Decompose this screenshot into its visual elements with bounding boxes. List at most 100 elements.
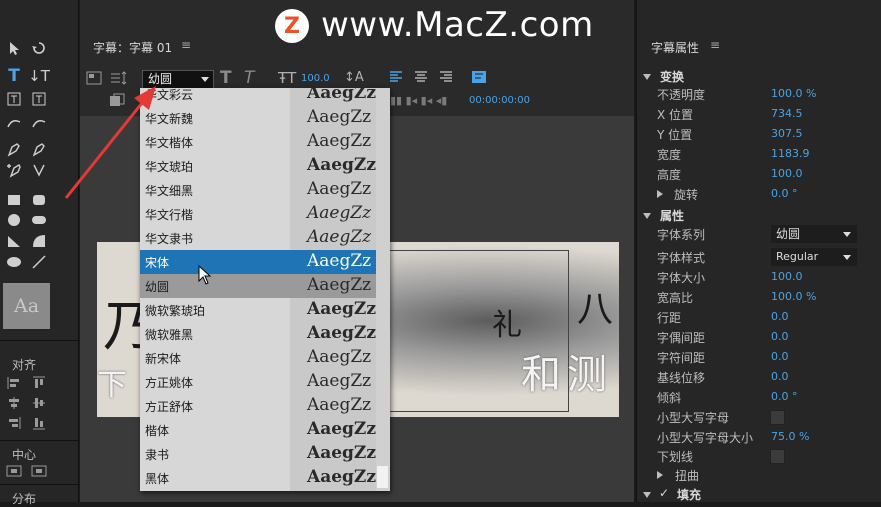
- vertical-type-tool-icon[interactable]: ↓T: [28, 67, 50, 85]
- center-horizontal-icon[interactable]: [5, 463, 23, 479]
- width-value[interactable]: 1183.9: [771, 147, 810, 160]
- distort-row[interactable]: 扭曲: [636, 465, 881, 485]
- fill-checkbox[interactable]: ✓: [659, 486, 669, 500]
- font-list-item[interactable]: 宋体 AaegZz: [140, 250, 390, 274]
- font-list-item-preview: AaegZz: [307, 395, 372, 415]
- font-family-dropdown[interactable]: 华文彩云 AaegZz 华文新魏 AaegZz 华文楷体 AaegZz 华文琥珀 AaegZz…: [140, 88, 390, 491]
- align-top-icon[interactable]: [30, 375, 48, 391]
- wedge-tool-icon[interactable]: [5, 233, 23, 249]
- dropdown-scroll-thumb[interactable]: [377, 466, 388, 488]
- slant-value[interactable]: 0.0 °: [771, 390, 798, 403]
- font-family-property-select[interactable]: 幼圆: [771, 225, 857, 243]
- font-size-prop-value[interactable]: 100.0: [771, 270, 803, 283]
- font-list-item[interactable]: 华文细黑 AaegZz: [140, 178, 390, 202]
- font-list-item[interactable]: 方正姚体 AaegZz: [140, 370, 390, 394]
- properties-menu-icon[interactable]: ≡: [710, 38, 720, 52]
- dropdown-scrollbar[interactable]: [376, 88, 390, 491]
- rectangle-tool-icon[interactable]: [5, 192, 23, 208]
- align-center-h-icon[interactable]: [5, 395, 23, 411]
- fill-group-header[interactable]: ✓ 填充: [636, 484, 881, 504]
- align-text-left-icon[interactable]: [389, 71, 403, 87]
- font-size-value[interactable]: 100.0: [301, 73, 330, 84]
- align-text-right-icon[interactable]: [439, 71, 453, 87]
- font-list-item[interactable]: 微软繁琥珀 AaegZz: [140, 298, 390, 322]
- font-list-item-name: 楷体: [145, 424, 170, 438]
- font-list-item[interactable]: 幼圆 AaegZz: [140, 274, 390, 298]
- align-right-icon[interactable]: [5, 415, 23, 431]
- area-type-tool-icon[interactable]: [5, 91, 23, 107]
- baseline-value[interactable]: 0.0: [771, 370, 789, 383]
- underline-checkbox[interactable]: [770, 449, 785, 464]
- font-list-item-preview: AaegZz: [307, 203, 372, 223]
- font-list-item[interactable]: 黑体 AaegZz: [140, 466, 390, 490]
- font-list-item[interactable]: 华文楷体 AaegZz: [140, 130, 390, 154]
- opacity-value[interactable]: 100.0 %: [771, 87, 816, 100]
- rounded-corner-rectangle-tool-icon[interactable]: [30, 212, 48, 228]
- panel-menu-icon[interactable]: ≡: [181, 38, 191, 52]
- path-type-tool-icon[interactable]: [5, 114, 23, 130]
- center-vertical-icon[interactable]: [30, 463, 48, 479]
- timecode[interactable]: 00:00:00:00: [469, 95, 530, 106]
- kerning-icon[interactable]: ↕A: [344, 70, 364, 85]
- font-list-item[interactable]: 华文隶书 AaegZz: [140, 226, 390, 250]
- font-list-item-preview: AaegZz: [307, 419, 376, 439]
- rounded-rectangle-tool-icon[interactable]: [30, 192, 48, 208]
- smallcaps-size-value[interactable]: 75.0 %: [771, 430, 809, 443]
- selection-tool-icon[interactable]: [5, 40, 23, 56]
- transform-group-header[interactable]: 变换: [636, 66, 881, 86]
- font-family-row: 字体系列 幼圆: [636, 224, 881, 244]
- delete-anchor-tool-icon[interactable]: [30, 141, 48, 157]
- align-bottom-icon[interactable]: [30, 415, 48, 431]
- tools-divider: [0, 340, 78, 341]
- tools-panel: T ↓T Aa 对齐 中心 分布: [0, 0, 79, 506]
- font-list-item[interactable]: 微软雅黑 AaegZz: [140, 322, 390, 346]
- x-position-row: X 位置 734.5: [657, 107, 803, 122]
- font-list-item[interactable]: 华文行楷 AaegZz: [140, 202, 390, 226]
- align-text-center-icon[interactable]: [414, 71, 428, 87]
- font-list-item-preview: AaegZz: [307, 155, 376, 175]
- arc-tool-icon[interactable]: [30, 233, 48, 249]
- pen-tool-icon[interactable]: [5, 141, 23, 157]
- font-list-item[interactable]: 华文彩云 AaegZz: [140, 88, 390, 106]
- font-list-item[interactable]: 楷体 AaegZz: [140, 418, 390, 442]
- rotation-row[interactable]: 旋转 0.0 °: [636, 184, 881, 204]
- slant-row: 倾斜 0.0 °: [657, 390, 798, 405]
- font-list-item-preview: AaegZz: [307, 251, 372, 271]
- tab-stops-icon[interactable]: [471, 70, 487, 88]
- align-left-icon[interactable]: [5, 375, 23, 391]
- style-swatch[interactable]: Aa: [3, 283, 50, 329]
- height-value[interactable]: 100.0: [771, 167, 803, 180]
- font-style-select[interactable]: Regular: [771, 248, 857, 266]
- italic-icon[interactable]: T: [244, 68, 254, 88]
- tracking-value[interactable]: 0.0: [771, 350, 789, 363]
- properties-group-header[interactable]: 属性: [636, 205, 881, 225]
- font-list-item-preview: AaegZz: [307, 371, 372, 391]
- smallcaps-checkbox[interactable]: [770, 410, 785, 425]
- rotation-value[interactable]: 0.0 °: [771, 187, 798, 200]
- baseline-alignment-icons[interactable]: ▮▮ ▮◂ ▮◂ ◂▮: [390, 94, 447, 107]
- type-tool-icon[interactable]: T: [5, 66, 23, 86]
- add-anchor-tool-icon[interactable]: [5, 162, 23, 178]
- font-style-row: 字体样式 Regular: [636, 247, 881, 267]
- ellipse-tool-icon[interactable]: [5, 254, 23, 270]
- vertical-area-type-tool-icon[interactable]: [30, 91, 48, 107]
- font-list-item[interactable]: 华文琥珀 AaegZz: [140, 154, 390, 178]
- font-list-item[interactable]: 华文新魏 AaegZz: [140, 106, 390, 130]
- font-list-item[interactable]: 隶书 AaegZz: [140, 442, 390, 466]
- align-center-v-icon[interactable]: [30, 395, 48, 411]
- rotate-tool-icon[interactable]: [30, 40, 48, 56]
- center-section-label: 中心: [12, 448, 37, 462]
- font-list-item[interactable]: 新宋体 AaegZz: [140, 346, 390, 370]
- font-list-item[interactable]: 方正舒体 AaegZz: [140, 394, 390, 418]
- vertical-path-type-tool-icon[interactable]: [30, 114, 48, 130]
- convert-anchor-tool-icon[interactable]: [30, 162, 48, 178]
- clipped-rectangle-tool-icon[interactable]: [5, 212, 23, 228]
- bold-icon[interactable]: T: [220, 68, 232, 88]
- y-position-value[interactable]: 307.5: [771, 127, 803, 140]
- aspect-value[interactable]: 100.0 %: [771, 290, 816, 303]
- x-position-value[interactable]: 734.5: [771, 107, 803, 120]
- leading-value[interactable]: 0.0: [771, 310, 789, 323]
- font-size-icon: ŦT: [278, 69, 297, 87]
- line-tool-icon[interactable]: [30, 254, 48, 270]
- kerning-value[interactable]: 0.0: [771, 330, 789, 343]
